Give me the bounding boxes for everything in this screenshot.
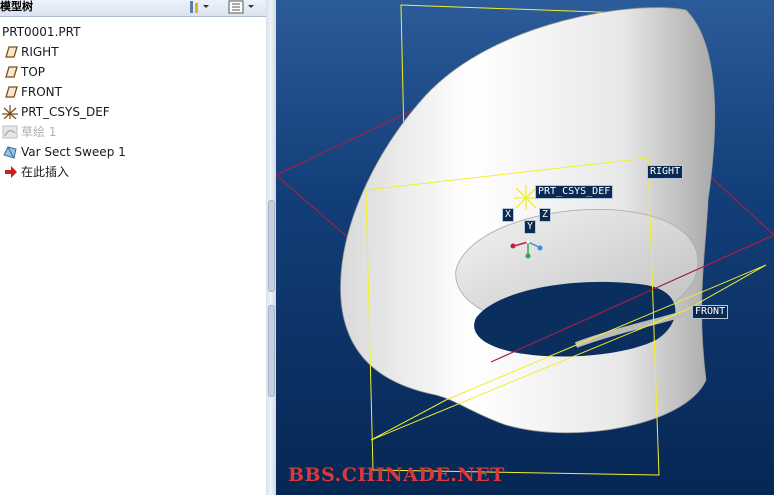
tree-filter-icon — [190, 1, 209, 13]
tree-item-label: PRT_CSYS_DEF — [21, 105, 110, 119]
right-plane-label[interactable]: RIGHT — [647, 165, 684, 179]
front-plane-label[interactable]: FRONT — [692, 305, 729, 319]
tree-item-label: RIGHT — [21, 45, 59, 59]
splitter-grip-upper[interactable] — [268, 200, 275, 292]
sketch-icon — [2, 125, 18, 139]
tree-item-label: 在此插入 — [21, 165, 70, 179]
tree-item-label: 草绘 1 — [21, 125, 57, 139]
axis-z-label: Z — [539, 208, 552, 222]
tree-item-part[interactable]: PRT0001.PRT — [0, 22, 262, 42]
tree-item-label: TOP — [21, 65, 46, 79]
tree-item-right[interactable]: RIGHT — [0, 42, 262, 62]
datum-plane-icon — [5, 46, 18, 58]
watermark-text: BBS.CHINADE.NET — [288, 464, 505, 486]
datum-plane-icon — [5, 66, 18, 78]
tree-show-button[interactable] — [228, 0, 258, 14]
model-3d-scene — [276, 4, 774, 476]
csys-icon — [2, 105, 18, 119]
csys-label[interactable]: PRT_CSYS_DEF — [535, 185, 614, 199]
tree-item-label: FRONT — [21, 85, 62, 99]
model-tree-list: PRT0001.PRT RIGHT TOP FRONT PRT_CSYS_DEF… — [0, 22, 262, 182]
model-tree-header: 模型树 — [0, 0, 266, 17]
tree-item-label: PRT0001.PRT — [2, 25, 81, 39]
tree-show-icon — [228, 0, 254, 14]
tree-item-csys[interactable]: PRT_CSYS_DEF — [0, 102, 262, 122]
tree-item-top[interactable]: TOP — [0, 62, 262, 82]
tree-item-front[interactable]: FRONT — [0, 82, 262, 102]
graphics-viewport[interactable]: PRT_CSYS_DEF RIGHT FRONT X Y Z BBS.CHINA… — [276, 0, 774, 495]
tree-settings-button[interactable] — [188, 0, 212, 14]
tree-item-sketch[interactable]: 草绘 1 — [0, 122, 262, 142]
tree-item-insert-here[interactable]: 在此插入 — [0, 162, 262, 182]
sweep-icon — [3, 146, 17, 159]
datum-plane-icon — [5, 86, 18, 98]
tree-item-label: Var Sect Sweep 1 — [21, 145, 126, 159]
splitter-grip-lower[interactable] — [268, 305, 275, 397]
tree-item-sweep[interactable]: Var Sect Sweep 1 — [0, 142, 262, 162]
model-tree-title: 模型树 — [0, 0, 33, 13]
axis-y-label: Y — [524, 220, 537, 234]
panel-splitter[interactable] — [266, 0, 276, 495]
axis-x-label: X — [502, 208, 515, 222]
insert-arrow-icon — [5, 166, 17, 178]
model-tree-panel: 模型树 PRT0001.PRT RIGHT TOP FRONT PRT_CSYS… — [0, 0, 267, 495]
